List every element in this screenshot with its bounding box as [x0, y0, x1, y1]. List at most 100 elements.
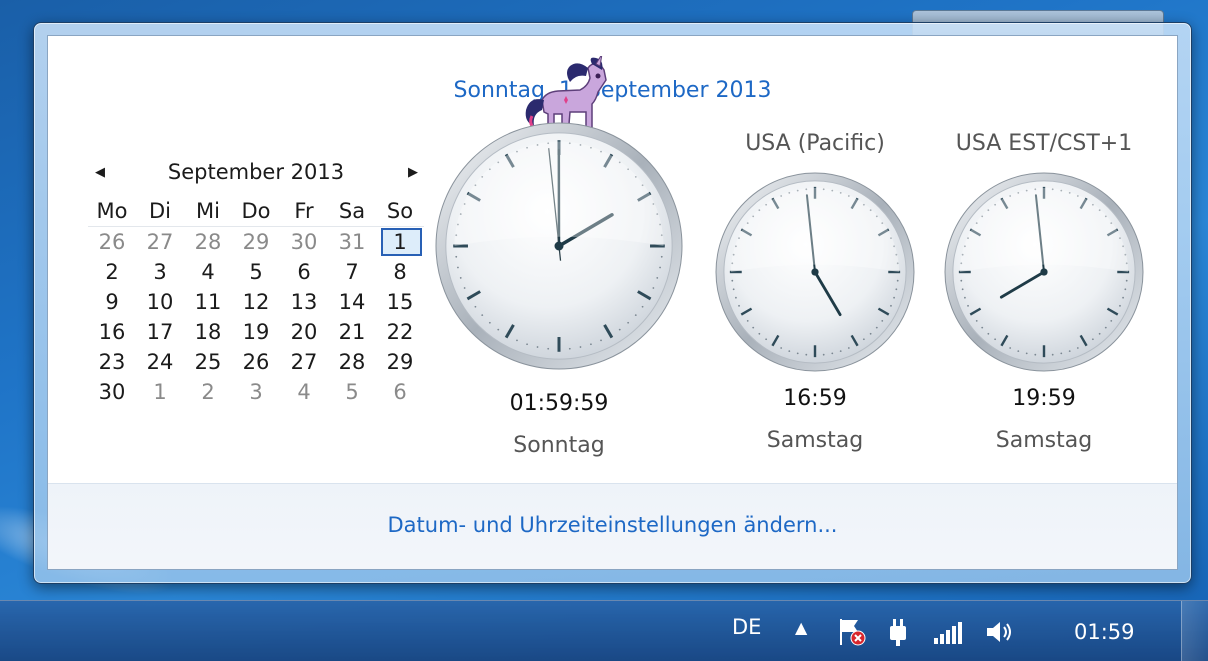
calendar-day[interactable]: 5 — [232, 257, 280, 287]
clock-minute-tick — [652, 287, 654, 289]
calendar-day[interactable]: 14 — [328, 287, 376, 317]
clock-minute-tick — [1110, 320, 1112, 322]
clock-minute-tick — [897, 280, 899, 282]
calendar-day-number: 5 — [345, 380, 358, 404]
calendar-day[interactable]: 19 — [232, 317, 280, 347]
clock-minute-tick — [848, 347, 850, 349]
taskbar-clock[interactable]: 01:59 — [1074, 620, 1135, 644]
calendar-day-number: 9 — [105, 290, 118, 314]
clock-minute-tick — [747, 320, 749, 322]
calendar-day[interactable]: 29 — [232, 227, 280, 257]
clock-minute-tick — [752, 327, 754, 329]
show-desktop-button[interactable] — [1181, 601, 1208, 661]
change-date-time-settings-link[interactable]: Datum- und Uhrzeiteinstellungen ändern..… — [48, 513, 1177, 537]
calendar-day[interactable]: 2 — [88, 257, 136, 287]
calendar-day[interactable]: 27 — [136, 227, 184, 257]
calendar-day[interactable]: 30 — [88, 377, 136, 407]
up-arrow-icon[interactable]: ▲ — [795, 618, 807, 637]
calendar-day[interactable]: 23 — [88, 347, 136, 377]
calendar-day-number: 15 — [387, 290, 414, 314]
calendar-day[interactable]: 10 — [136, 287, 184, 317]
calendar-day-selected[interactable]: 1 — [376, 227, 424, 257]
clock-minute-tick — [457, 267, 459, 269]
calendar-day[interactable]: 5 — [328, 377, 376, 407]
calendar-day-number: 2 — [105, 260, 118, 284]
calendar-day[interactable]: 15 — [376, 287, 424, 317]
calendar-day[interactable]: 21 — [328, 317, 376, 347]
calendar-day[interactable]: 27 — [280, 347, 328, 377]
clock-minute-tick — [661, 256, 663, 258]
clock-minute-tick — [464, 287, 466, 289]
calendar-day-number: 28 — [339, 350, 366, 374]
calendar-day-number: 17 — [147, 320, 174, 344]
right-arrow-icon[interactable]: ▶ — [406, 164, 420, 182]
calendar-day[interactable]: 7 — [328, 257, 376, 287]
clock-center-cap — [811, 268, 818, 275]
calendar-day[interactable]: 4 — [280, 377, 328, 407]
calendar-day[interactable]: 3 — [232, 377, 280, 407]
calendar-day[interactable]: 31 — [328, 227, 376, 257]
calendar-day[interactable]: 20 — [280, 317, 328, 347]
weekday-header: Di — [136, 196, 184, 227]
calendar-day[interactable]: 6 — [376, 377, 424, 407]
clock-minute-tick — [1099, 333, 1101, 335]
volume-icon[interactable] — [984, 616, 1014, 648]
calendar-day[interactable]: 30 — [280, 227, 328, 257]
clock-minute-tick — [642, 306, 644, 308]
clock-minute-tick — [1077, 347, 1079, 349]
calendar-day[interactable]: 25 — [184, 347, 232, 377]
calendar-day[interactable]: 17 — [136, 317, 184, 347]
calendar-day-number: 28 — [195, 230, 222, 254]
clock-minute-tick — [765, 338, 767, 340]
calendar-day[interactable]: 16 — [88, 317, 136, 347]
calendar-day[interactable]: 8 — [376, 257, 424, 287]
clock-time: 16:59 — [714, 386, 916, 411]
clock-minute-tick — [1069, 350, 1071, 352]
clock-minute-tick — [960, 280, 962, 282]
calendar-day[interactable]: 28 — [184, 227, 232, 257]
language-indicator[interactable]: DE — [732, 615, 761, 639]
calendar-day-number: 5 — [249, 260, 262, 284]
clock-minute-tick — [962, 288, 964, 290]
clock-minute-tick — [580, 346, 582, 348]
calendar-day[interactable]: 4 — [184, 257, 232, 287]
calendar-day[interactable]: 9 — [88, 287, 136, 317]
calendar-day-number: 22 — [387, 320, 414, 344]
calendar-month-label[interactable]: September 2013 — [88, 160, 424, 184]
calendar-day[interactable]: 11 — [184, 287, 232, 317]
clock-face — [434, 121, 684, 371]
calendar-day-number: 18 — [195, 320, 222, 344]
calendar-day-number: 6 — [297, 260, 310, 284]
calendar-day[interactable]: 13 — [280, 287, 328, 317]
calendar-day[interactable]: 24 — [136, 347, 184, 377]
calendar-day-number: 3 — [153, 260, 166, 284]
clock-time: 19:59 — [943, 386, 1145, 411]
calendar-day[interactable]: 26 — [88, 227, 136, 257]
calendar-day[interactable]: 3 — [136, 257, 184, 287]
clock-minute-tick — [895, 288, 897, 290]
calendar-day[interactable]: 1 — [136, 377, 184, 407]
calendar-day-number: 25 — [195, 350, 222, 374]
power-plug-icon[interactable] — [884, 616, 914, 648]
clock-minute-tick — [455, 256, 457, 258]
calendar-day[interactable]: 26 — [232, 347, 280, 377]
calendar-day-number: 19 — [243, 320, 270, 344]
calendar-day[interactable]: 22 — [376, 317, 424, 347]
clock-minute-tick — [460, 277, 462, 279]
clock-minute-tick — [1060, 352, 1062, 354]
calendar-day[interactable]: 28 — [328, 347, 376, 377]
clock-face — [943, 171, 1145, 373]
calendar-day[interactable]: 2 — [184, 377, 232, 407]
action-center-flag-icon[interactable] — [836, 616, 868, 648]
calendar-day[interactable]: 6 — [280, 257, 328, 287]
date-time-flyout: Sonntag, 1. September 2013 ◀ September 2… — [33, 22, 1192, 584]
calendar-day-number: 6 — [393, 380, 406, 404]
network-signal-icon[interactable] — [932, 618, 964, 646]
calendar-day[interactable]: 29 — [376, 347, 424, 377]
clock-minute-tick — [481, 314, 483, 316]
calendar-day[interactable]: 12 — [232, 287, 280, 317]
calendar-day[interactable]: 18 — [184, 317, 232, 347]
clock-minute-tick — [1052, 354, 1054, 356]
calendar-day-number: 30 — [291, 230, 318, 254]
calendar-day-number: 20 — [291, 320, 318, 344]
